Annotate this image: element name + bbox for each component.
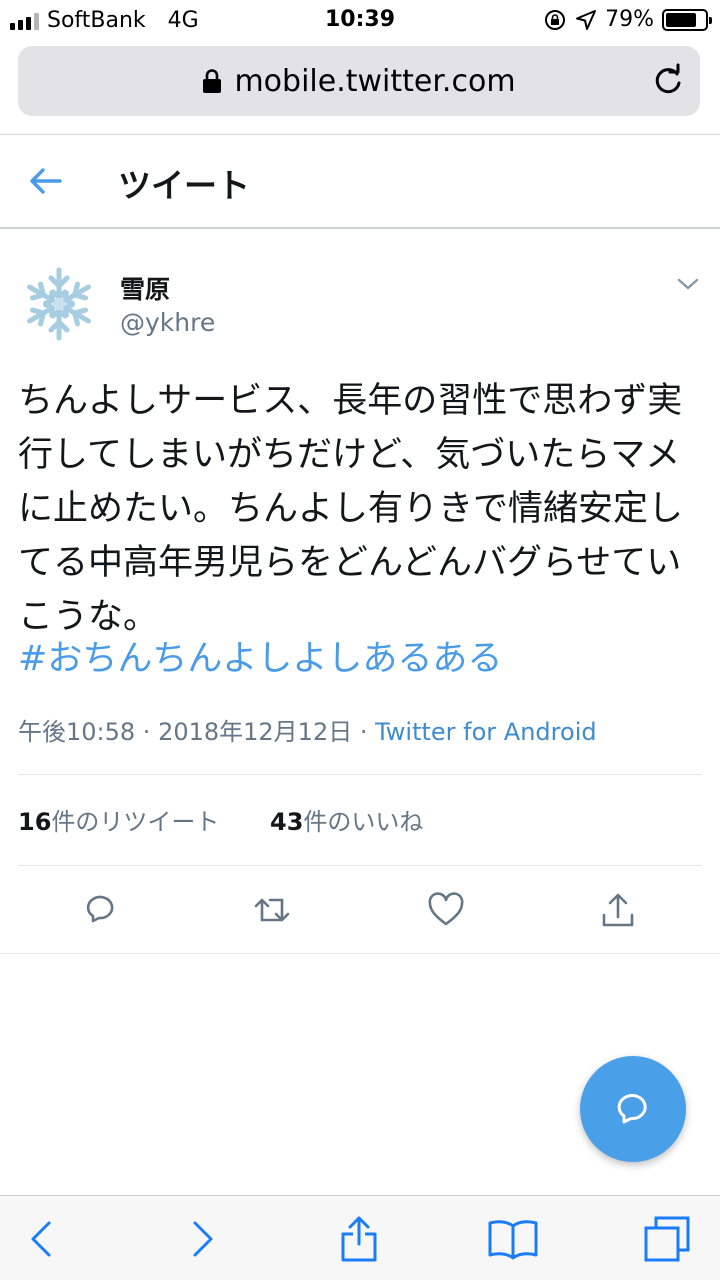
- browser-back-button[interactable]: [14, 1214, 68, 1264]
- chat-bubble-icon: [617, 1094, 647, 1124]
- address-bar[interactable]: mobile.twitter.com: [18, 46, 700, 116]
- reply-button[interactable]: [80, 888, 124, 932]
- snowflake-avatar[interactable]: [22, 264, 96, 344]
- battery-level: [666, 12, 697, 27]
- retweet-label: 件のリツイート: [51, 808, 220, 836]
- tweet-meta: 午後10:58 · 2018年12月12日 · Twitter for Andr…: [18, 712, 597, 747]
- share-icon: [341, 1216, 377, 1262]
- meta-separator: ·: [352, 718, 376, 746]
- location-arrow-icon: [576, 9, 597, 30]
- tweet-date: 2018年12月12日: [158, 718, 353, 746]
- tabs-button[interactable]: [640, 1214, 694, 1264]
- reply-icon: [86, 895, 114, 923]
- user-display-name[interactable]: 雪原: [120, 270, 170, 306]
- book-icon: [488, 1220, 538, 1260]
- status-bar-right: 79%: [543, 7, 712, 32]
- page-header: ツイート: [0, 135, 720, 229]
- chevron-down-icon[interactable]: [676, 274, 700, 294]
- lock-icon: [203, 69, 222, 93]
- retweet-icon: [254, 898, 290, 922]
- like-button[interactable]: [424, 888, 468, 932]
- chevron-left-icon: [31, 1221, 51, 1257]
- like-icon: [428, 892, 464, 926]
- browser-forward-button[interactable]: [176, 1214, 230, 1264]
- retweet-stat[interactable]: 16件のリツイート: [18, 802, 219, 837]
- url-text: mobile.twitter.com: [234, 63, 516, 99]
- status-bar: SoftBank 4G 10:39 79%: [0, 0, 720, 40]
- rotation-lock-icon: [545, 9, 566, 30]
- divider: [0, 953, 720, 954]
- browser-toolbar: [0, 1195, 720, 1280]
- address-bar-content: mobile.twitter.com: [18, 46, 700, 116]
- tweet-text: ちんよしサービス、長年の習性で思わず実行してしまいがちだけど、気づいたらマメに止…: [18, 381, 684, 637]
- divider: [18, 774, 702, 775]
- compose-reply-button[interactable]: [580, 1056, 686, 1162]
- reload-icon[interactable]: [650, 63, 686, 99]
- battery-percent: 79%: [605, 7, 654, 32]
- like-label: 件のいいね: [303, 808, 424, 836]
- meta-separator: ·: [135, 718, 159, 746]
- user-handle[interactable]: @ykhre: [120, 308, 215, 337]
- chevron-right-icon: [193, 1221, 213, 1257]
- battery-icon: [662, 8, 712, 31]
- like-count: 43: [270, 808, 304, 836]
- hashtag-link[interactable]: #おちんちんよしよしあるある: [18, 632, 502, 686]
- tabs-icon: [644, 1216, 690, 1262]
- tweet-source-link[interactable]: Twitter for Android: [375, 718, 596, 746]
- tweet-actions: [0, 888, 720, 932]
- browser-share-button[interactable]: [332, 1214, 386, 1264]
- share-icon: [602, 893, 634, 927]
- retweet-button[interactable]: [251, 888, 295, 932]
- page-title: ツイート: [118, 166, 250, 205]
- retweet-count: 16: [18, 808, 52, 836]
- divider: [18, 865, 702, 866]
- like-stat[interactable]: 43件のいいね: [270, 802, 423, 837]
- tweet-time: 午後10:58: [18, 718, 136, 746]
- back-arrow-icon[interactable]: [28, 165, 64, 197]
- share-button[interactable]: [596, 888, 640, 932]
- bookmarks-button[interactable]: [486, 1214, 540, 1264]
